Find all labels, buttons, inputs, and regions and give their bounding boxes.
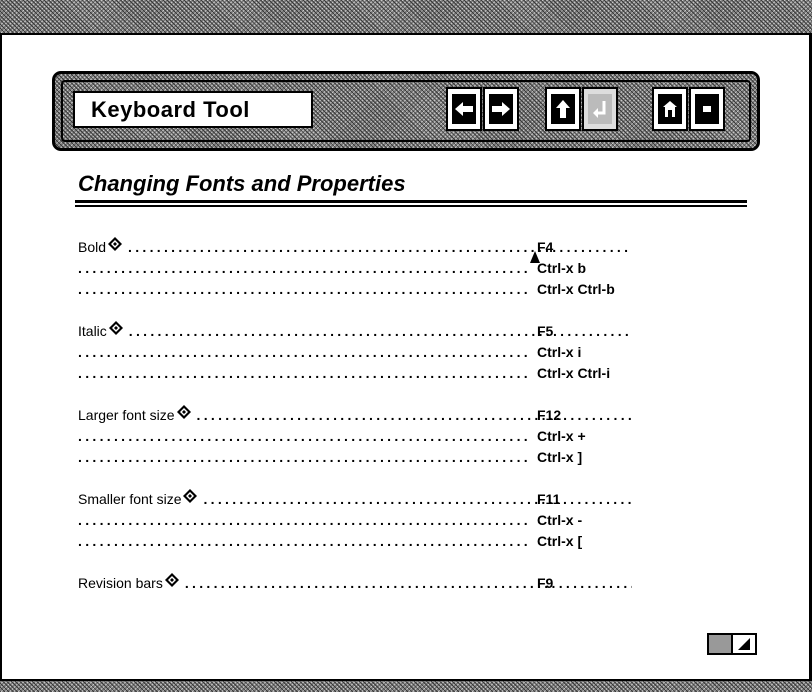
- heading-rule-secondary: [75, 205, 747, 207]
- leader-dots: ........................................…: [78, 533, 528, 549]
- forward-button[interactable]: [483, 87, 519, 131]
- page-heading: Changing Fonts and Properties: [78, 171, 406, 196]
- shortcut-key: F9: [537, 575, 554, 591]
- right-arrow-icon: [489, 94, 513, 124]
- shortcut-row-revision-bars: Revision bars ..........................…: [78, 573, 638, 593]
- left-arrow-icon: [452, 94, 476, 124]
- up-button[interactable]: [545, 87, 581, 131]
- stop-icon: [695, 94, 719, 124]
- link-diamond-icon[interactable]: [108, 237, 123, 251]
- heading-rule: [75, 200, 747, 203]
- shortcut-key: Ctrl-x -: [537, 512, 583, 528]
- home-button[interactable]: [652, 87, 688, 131]
- shortcut-key: Ctrl-x i: [537, 344, 582, 360]
- link-diamond-icon[interactable]: [176, 405, 191, 419]
- shortcut-key: Ctrl-x Ctrl-i: [537, 365, 611, 381]
- shortcut-label: Revision bars: [78, 575, 163, 591]
- bottom-frame-bar: [0, 681, 812, 692]
- tool-title: Keyboard Tool: [73, 91, 313, 128]
- page-turn-forward[interactable]: [733, 635, 755, 653]
- leader-dots: ........................................…: [196, 407, 633, 423]
- shortcut-key: Ctrl-x b: [537, 260, 586, 276]
- top-frame-line: [0, 33, 812, 35]
- leader-dots: ........................................…: [78, 260, 528, 276]
- leader-dots: ........................................…: [78, 449, 528, 465]
- leader-dots: ........................................…: [78, 512, 528, 528]
- up-arrow-icon: [551, 94, 575, 124]
- shortcut-key: F11: [537, 491, 561, 507]
- back-button[interactable]: [446, 87, 482, 131]
- shortcut-row-italic: Italic .................................…: [78, 321, 638, 341]
- leader-dots: ........................................…: [78, 428, 528, 444]
- page-corner-icon: [738, 638, 750, 650]
- shortcut-key: F12: [537, 407, 562, 423]
- shortcut-key: Ctrl-x +: [537, 428, 586, 444]
- shortcut-label: Bold: [78, 239, 107, 255]
- shortcut-key: Ctrl-x [: [537, 533, 583, 549]
- shortcut-label: Larger font size: [78, 407, 175, 423]
- shortcut-label: Italic: [78, 323, 107, 339]
- shortcut-key: Ctrl-x ]: [537, 449, 583, 465]
- leader-dots: ........................................…: [78, 344, 528, 360]
- mouse-pointer-icon: [530, 251, 540, 263]
- page-turn-back[interactable]: [709, 635, 733, 653]
- leader-dots: ........................................…: [203, 491, 632, 507]
- leader-dots: ........................................…: [128, 239, 632, 255]
- left-frame-edge: [0, 35, 2, 679]
- home-icon: [658, 94, 682, 124]
- leader-dots: ........................................…: [78, 281, 528, 297]
- shortcut-row-bold: Bold ...................................…: [78, 237, 638, 257]
- stop-button[interactable]: [689, 87, 725, 131]
- top-frame-bar: [0, 0, 812, 33]
- shortcut-key: Ctrl-x Ctrl-b: [537, 281, 615, 297]
- shortcut-label: Smaller font size: [78, 491, 182, 507]
- link-diamond-icon[interactable]: [164, 573, 179, 587]
- leader-dots: ........................................…: [128, 323, 632, 339]
- return-arrow-icon: [588, 94, 612, 124]
- link-diamond-icon[interactable]: [108, 321, 123, 335]
- page-turn-control[interactable]: [707, 633, 757, 655]
- shortcut-key: F5: [537, 323, 554, 339]
- leader-dots: ........................................…: [184, 575, 632, 591]
- link-diamond-icon[interactable]: [183, 489, 198, 503]
- return-button[interactable]: [582, 87, 618, 131]
- leader-dots: ........................................…: [78, 365, 528, 381]
